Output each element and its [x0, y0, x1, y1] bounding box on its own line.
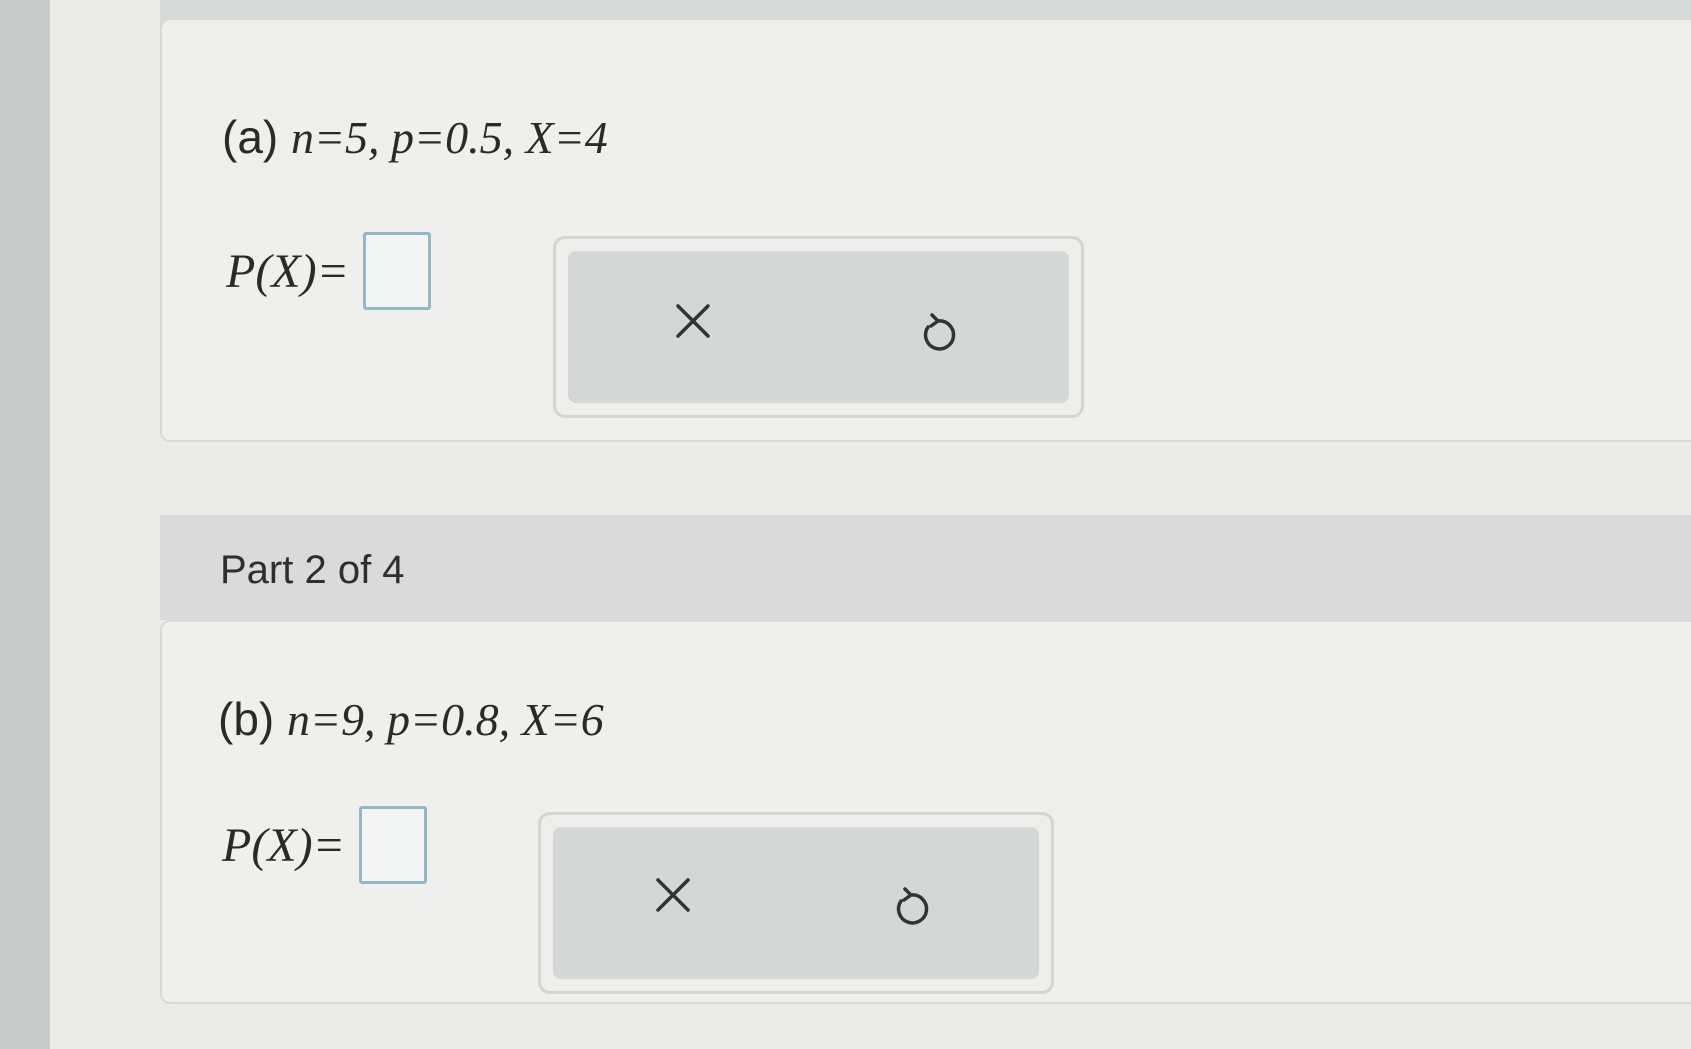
undo-button-b[interactable] — [881, 879, 941, 939]
answer-a-input[interactable] — [363, 232, 431, 310]
undo-icon — [896, 887, 929, 925]
answer-b-input[interactable] — [359, 806, 427, 884]
toolbar-a — [553, 236, 1084, 418]
toolbar-b-inner — [553, 827, 1039, 979]
part-progress-label: Part 2 of 4 — [220, 548, 405, 592]
clear-button-a[interactable] — [663, 291, 723, 351]
question-a-expression: n=5, p=0.5, X=4 — [291, 112, 608, 163]
question-b-expression: n=9, p=0.8, X=6 — [287, 694, 604, 745]
answer-b-label: P(X)= — [222, 818, 345, 872]
answer-row-b: P(X)= — [222, 806, 427, 884]
question-a: (a) n=5, p=0.5, X=4 — [222, 110, 608, 164]
undo-icon — [923, 313, 956, 351]
close-icon — [656, 878, 690, 912]
answer-row-a: P(X)= — [226, 232, 431, 310]
question-b-tag: (b) — [218, 693, 275, 745]
question-a-tag: (a) — [222, 111, 279, 163]
left-margin — [0, 0, 50, 1049]
question-b: (b) n=9, p=0.8, X=6 — [218, 692, 604, 746]
answer-a-label: P(X)= — [226, 244, 349, 298]
toolbar-a-inner — [568, 251, 1069, 403]
clear-button-b[interactable] — [643, 865, 703, 925]
toolbar-b — [538, 812, 1054, 994]
close-icon — [676, 304, 710, 338]
undo-button-a[interactable] — [908, 305, 968, 365]
